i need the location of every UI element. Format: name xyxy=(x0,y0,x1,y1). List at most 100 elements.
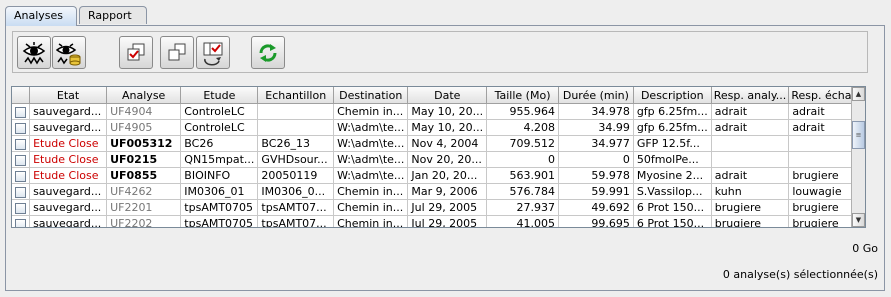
table-row[interactable]: sauvegard... UF4904 ControleLC Chemin in...… xyxy=(12,103,865,120)
cell-analyse: UF2201 xyxy=(106,199,182,216)
cell-echantillon: GVHDsour... xyxy=(257,151,335,168)
cell-date: Nov 20, 20... xyxy=(407,151,488,168)
scroll-down-button[interactable]: ▼ xyxy=(852,213,865,227)
row-checkbox[interactable] xyxy=(15,202,27,214)
cell-description: gfp 6.25fm... xyxy=(633,103,712,120)
row-checkbox[interactable] xyxy=(15,218,27,227)
cell-taille: 955.964 xyxy=(486,103,559,120)
table-row[interactable]: sauvegard... UF4262 IM0306_01 IM0306_0... Ch… xyxy=(12,183,865,200)
row-checkbox[interactable] xyxy=(15,186,27,198)
eye-analysis-icon xyxy=(22,42,46,65)
total-size: 0 Go xyxy=(852,242,878,255)
column-header-description[interactable]: Description xyxy=(633,87,712,104)
analyses-grid: Etat Analyse Etude Echantillon Destinati… xyxy=(12,87,865,227)
cell-etat: sauvegard... xyxy=(29,199,108,216)
refresh-button[interactable] xyxy=(251,36,285,69)
scroll-thumb[interactable]: ≡ xyxy=(852,121,865,149)
cell-resp-analyse xyxy=(711,151,790,168)
column-header-etat[interactable]: Etat xyxy=(29,87,108,104)
table-row[interactable]: Etude Close UF0215 QN15mpat... GVHDsour... W… xyxy=(12,151,865,168)
cell-destination: W:\adm\te... xyxy=(333,119,409,136)
cell-resp-analyse: adrait xyxy=(711,103,790,120)
cell-etat: Etude Close xyxy=(29,167,108,184)
row-select-cell xyxy=(12,135,31,152)
select-documents-icon xyxy=(127,43,145,61)
row-select-cell xyxy=(12,183,31,200)
cell-etude: ControleLC xyxy=(180,103,259,120)
column-header-analyse[interactable]: Analyse xyxy=(106,87,182,104)
cell-resp-analyse: adrait xyxy=(711,119,790,136)
cell-analyse: UF4262 xyxy=(106,183,182,200)
cell-destination: Chemin in... xyxy=(333,215,409,227)
tab-analyses[interactable]: Analyses xyxy=(5,6,77,26)
cell-date: Mar 9, 2006 xyxy=(407,183,488,200)
refresh-icon xyxy=(259,44,277,62)
cell-duree: 0 xyxy=(558,151,634,168)
cell-echantillon xyxy=(257,119,335,136)
table-row[interactable]: sauvegard... UF2201 tpsAMT0705 tpsAMT07... C… xyxy=(12,199,865,216)
cell-destination: W:\adm\te... xyxy=(333,151,409,168)
cell-etat: Etude Close xyxy=(29,151,108,168)
table-row[interactable]: Etude Close UF005312 BC26 BC26_13 W:\adm\te.… xyxy=(12,135,865,152)
tab-rapport[interactable]: Rapport xyxy=(79,6,147,24)
cell-etat: sauvegard... xyxy=(29,183,108,200)
table-row[interactable]: sauvegard... UF4905 ControleLC W:\adm\te...… xyxy=(12,119,865,136)
eye-database-icon xyxy=(56,43,81,66)
column-header-date[interactable]: Date xyxy=(407,87,488,104)
column-header-duree[interactable]: Durée (min) xyxy=(558,87,634,104)
cell-duree: 34.99 xyxy=(558,119,634,136)
column-header-resp-analyse[interactable]: Resp. analy... xyxy=(711,87,790,104)
cell-echantillon xyxy=(257,103,335,120)
cell-analyse: UF0215 xyxy=(106,151,182,168)
cell-description: GFP 12.5f... xyxy=(633,135,712,152)
cell-duree: 59.991 xyxy=(558,183,634,200)
cell-resp-analyse: brugiere xyxy=(711,199,790,216)
cell-destination: Chemin in... xyxy=(333,183,409,200)
cell-taille: 576.784 xyxy=(486,183,559,200)
table-row[interactable]: Etude Close UF0855 BIOINFO 20050119 W:\adm\t… xyxy=(12,167,865,184)
copy-analyses-button[interactable] xyxy=(160,36,194,69)
cell-date: Jan 20, 20... xyxy=(407,167,488,184)
cell-etude: BC26 xyxy=(180,135,259,152)
cell-description: Myosine 2... xyxy=(633,167,712,184)
cell-etude: tpsAMT0705 xyxy=(180,199,259,216)
refresh-selection-button[interactable] xyxy=(196,36,230,69)
scroll-up-button[interactable]: ▲ xyxy=(852,87,865,101)
cell-duree: 34.978 xyxy=(558,103,634,120)
cell-resp-analyse xyxy=(711,135,790,152)
cell-destination: W:\adm\te... xyxy=(333,167,409,184)
cell-analyse: UF005312 xyxy=(106,135,182,152)
cell-etude: IM0306_01 xyxy=(180,183,259,200)
row-select-cell xyxy=(12,151,31,168)
cell-analyse: UF4904 xyxy=(106,103,182,120)
column-header-select[interactable] xyxy=(12,87,31,104)
analyses-panel: Etat Analyse Etude Echantillon Destinati… xyxy=(5,25,885,291)
row-checkbox[interactable] xyxy=(15,170,27,182)
vertical-scrollbar[interactable]: ▲ ≡ ▼ xyxy=(851,87,865,227)
row-checkbox[interactable] xyxy=(15,138,27,150)
table-row[interactable]: sauvegard... UF2202 tpsAMT0705 tpsAMT07... C… xyxy=(12,215,865,227)
column-header-destination[interactable]: Destination xyxy=(333,87,409,104)
cell-date: Jul 29, 2005 xyxy=(407,199,488,216)
row-checkbox[interactable] xyxy=(15,154,27,166)
cell-destination: Chemin in... xyxy=(333,103,409,120)
table-header: Etat Analyse Etude Echantillon Destinati… xyxy=(12,87,865,104)
view-analysis-button[interactable] xyxy=(17,36,51,69)
analyses-table: Etat Analyse Etude Echantillon Destinati… xyxy=(11,86,866,228)
column-header-taille[interactable]: Taille (Mo) xyxy=(486,87,559,104)
copy-documents-icon xyxy=(168,43,186,61)
cell-date: May 10, 20... xyxy=(407,103,488,120)
cell-echantillon: 20050119 xyxy=(257,167,335,184)
cell-echantillon: BC26_13 xyxy=(257,135,335,152)
cell-etude: QN15mpat... xyxy=(180,151,259,168)
column-header-echantillon[interactable]: Echantillon xyxy=(257,87,335,104)
column-header-etude[interactable]: Etude xyxy=(180,87,259,104)
cell-resp-analyse: brugiere xyxy=(711,215,790,227)
select-analyses-button[interactable] xyxy=(119,36,153,69)
cell-resp-analyse: adrait xyxy=(711,167,790,184)
view-database-button[interactable] xyxy=(52,36,86,69)
row-checkbox[interactable] xyxy=(15,106,27,118)
cell-echantillon: IM0306_0... xyxy=(257,183,335,200)
row-checkbox[interactable] xyxy=(15,122,27,134)
cell-date: Jul 29, 2005 xyxy=(407,215,488,227)
